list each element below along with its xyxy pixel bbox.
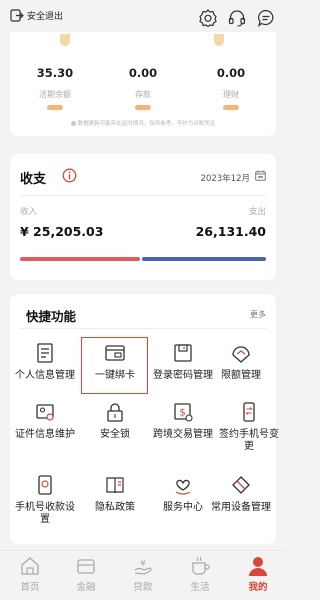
expense-value: 26,131.40 [195, 224, 266, 239]
limit-icon [232, 346, 250, 363]
balance-item-current[interactable]: 35.30 活期余额 [12, 66, 98, 110]
privacy-icon [106, 477, 124, 494]
nav-item-life[interactable]: 生活 [180, 555, 220, 593]
quick-item-id-card[interactable]: 证件信息维护 [12, 401, 78, 441]
balance-item-deposit[interactable]: 0.00 存款 [100, 66, 186, 110]
balance-indicator [223, 105, 239, 110]
message-icon[interactable] [256, 8, 276, 28]
cross-border-icon: $ [174, 403, 193, 422]
quick-item-privacy[interactable]: 隐私政策 [82, 474, 148, 514]
quick-item-device[interactable]: 常用设备管理 [208, 474, 274, 514]
balance-disclaimer: 数据更新可能存在延时情况，仅供参考，不作为对账凭证 [10, 119, 276, 127]
income-value: ¥ 25,205.03 [20, 224, 104, 239]
more-link[interactable]: 更多 [250, 309, 266, 320]
quick-item-service[interactable]: 服务中心 [150, 474, 216, 514]
personal-info-icon [37, 343, 53, 363]
device-icon [232, 476, 250, 494]
finance-icon [77, 559, 95, 574]
income-expense-ratio-bar [20, 257, 266, 261]
info-icon[interactable] [62, 168, 77, 183]
quick-item-phone-receive[interactable]: 手机号收款设置 [12, 474, 78, 526]
quick-functions-title: 快捷功能 [26, 309, 77, 324]
balance-indicator [47, 105, 63, 110]
nav-item-loan[interactable]: ¥ 贷款 [123, 555, 163, 593]
quick-item-limit[interactable]: 限额管理 [208, 342, 274, 382]
lock-icon [107, 403, 123, 422]
balance-label: 活期余额 [39, 90, 71, 99]
quick-item-personal-info[interactable]: 个人信息管理 [12, 342, 78, 382]
loan-icon: ¥ [134, 559, 152, 575]
phone-change-icon [243, 402, 255, 422]
month-selector[interactable]: 2023年12月 [201, 172, 250, 184]
income-expense-card: 收支 2023年12月 收入 支出 ¥ 25,205.03 26,131.40 [10, 154, 276, 280]
balance-value: 0.00 [128, 66, 158, 80]
balance-value: 35.30 [36, 66, 74, 80]
balance-card: 35.30 活期余额 0.00 存款 0.00 理财 数据更新可能存在延时情况，… [10, 32, 276, 136]
profile-icon [249, 557, 267, 576]
life-icon [192, 556, 210, 575]
nav-item-profile[interactable]: 我的 [238, 555, 278, 593]
income-bar-segment [20, 257, 140, 261]
svg-text:$: $ [179, 408, 185, 419]
nav-item-finance[interactable]: 金融 [66, 555, 106, 593]
balance-value: 0.00 [216, 66, 246, 80]
income-expense-title: 收支 [20, 172, 47, 187]
service-icon [175, 479, 191, 495]
balance-label: 理财 [223, 90, 239, 99]
balance-item-wealth[interactable]: 0.00 理财 [188, 66, 274, 110]
balance-tab-marker [214, 34, 224, 46]
quick-functions-card: 快捷功能 更多 个人信息管理 一键绑卡 登录密码管理 限额管理 证件信息维护 安… [10, 294, 279, 544]
expense-label: 支出 [248, 207, 266, 217]
logout-icon [10, 9, 24, 22]
calendar-icon[interactable] [255, 170, 266, 181]
expense-bar-segment [141, 257, 266, 261]
income-label: 收入 [20, 207, 38, 217]
divider [20, 195, 266, 196]
quick-item-cross-border[interactable]: $ 跨境交易管理 [150, 401, 216, 441]
quick-item-phone-change[interactable]: 签约手机号变更 [216, 401, 282, 453]
quick-item-password[interactable]: 登录密码管理 [150, 342, 216, 382]
password-icon [174, 344, 192, 362]
gear-icon[interactable] [198, 8, 218, 28]
svg-text:¥: ¥ [140, 559, 146, 569]
balance-tab-marker [60, 34, 70, 46]
logout-button[interactable]: 安全退出 [10, 9, 63, 22]
logout-label: 安全退出 [27, 12, 64, 22]
id-card-icon [36, 404, 54, 421]
quick-item-lock[interactable]: 安全锁 [82, 401, 148, 441]
balance-indicator [135, 105, 151, 110]
phone-receive-icon [38, 475, 52, 495]
top-header: 安全退出 [0, 0, 286, 36]
home-icon [21, 557, 39, 575]
quick-item-bind-card[interactable]: 一键绑卡 [82, 342, 148, 382]
bind-card-icon [105, 345, 125, 361]
info-dot-icon [70, 121, 76, 126]
headset-icon[interactable] [227, 8, 247, 28]
balance-label: 存款 [135, 90, 151, 99]
divider [20, 328, 266, 329]
nav-item-home[interactable]: 首页 [10, 555, 50, 593]
bottom-nav: 首页 金融 ¥ 贷款 生活 我的 [0, 550, 286, 600]
